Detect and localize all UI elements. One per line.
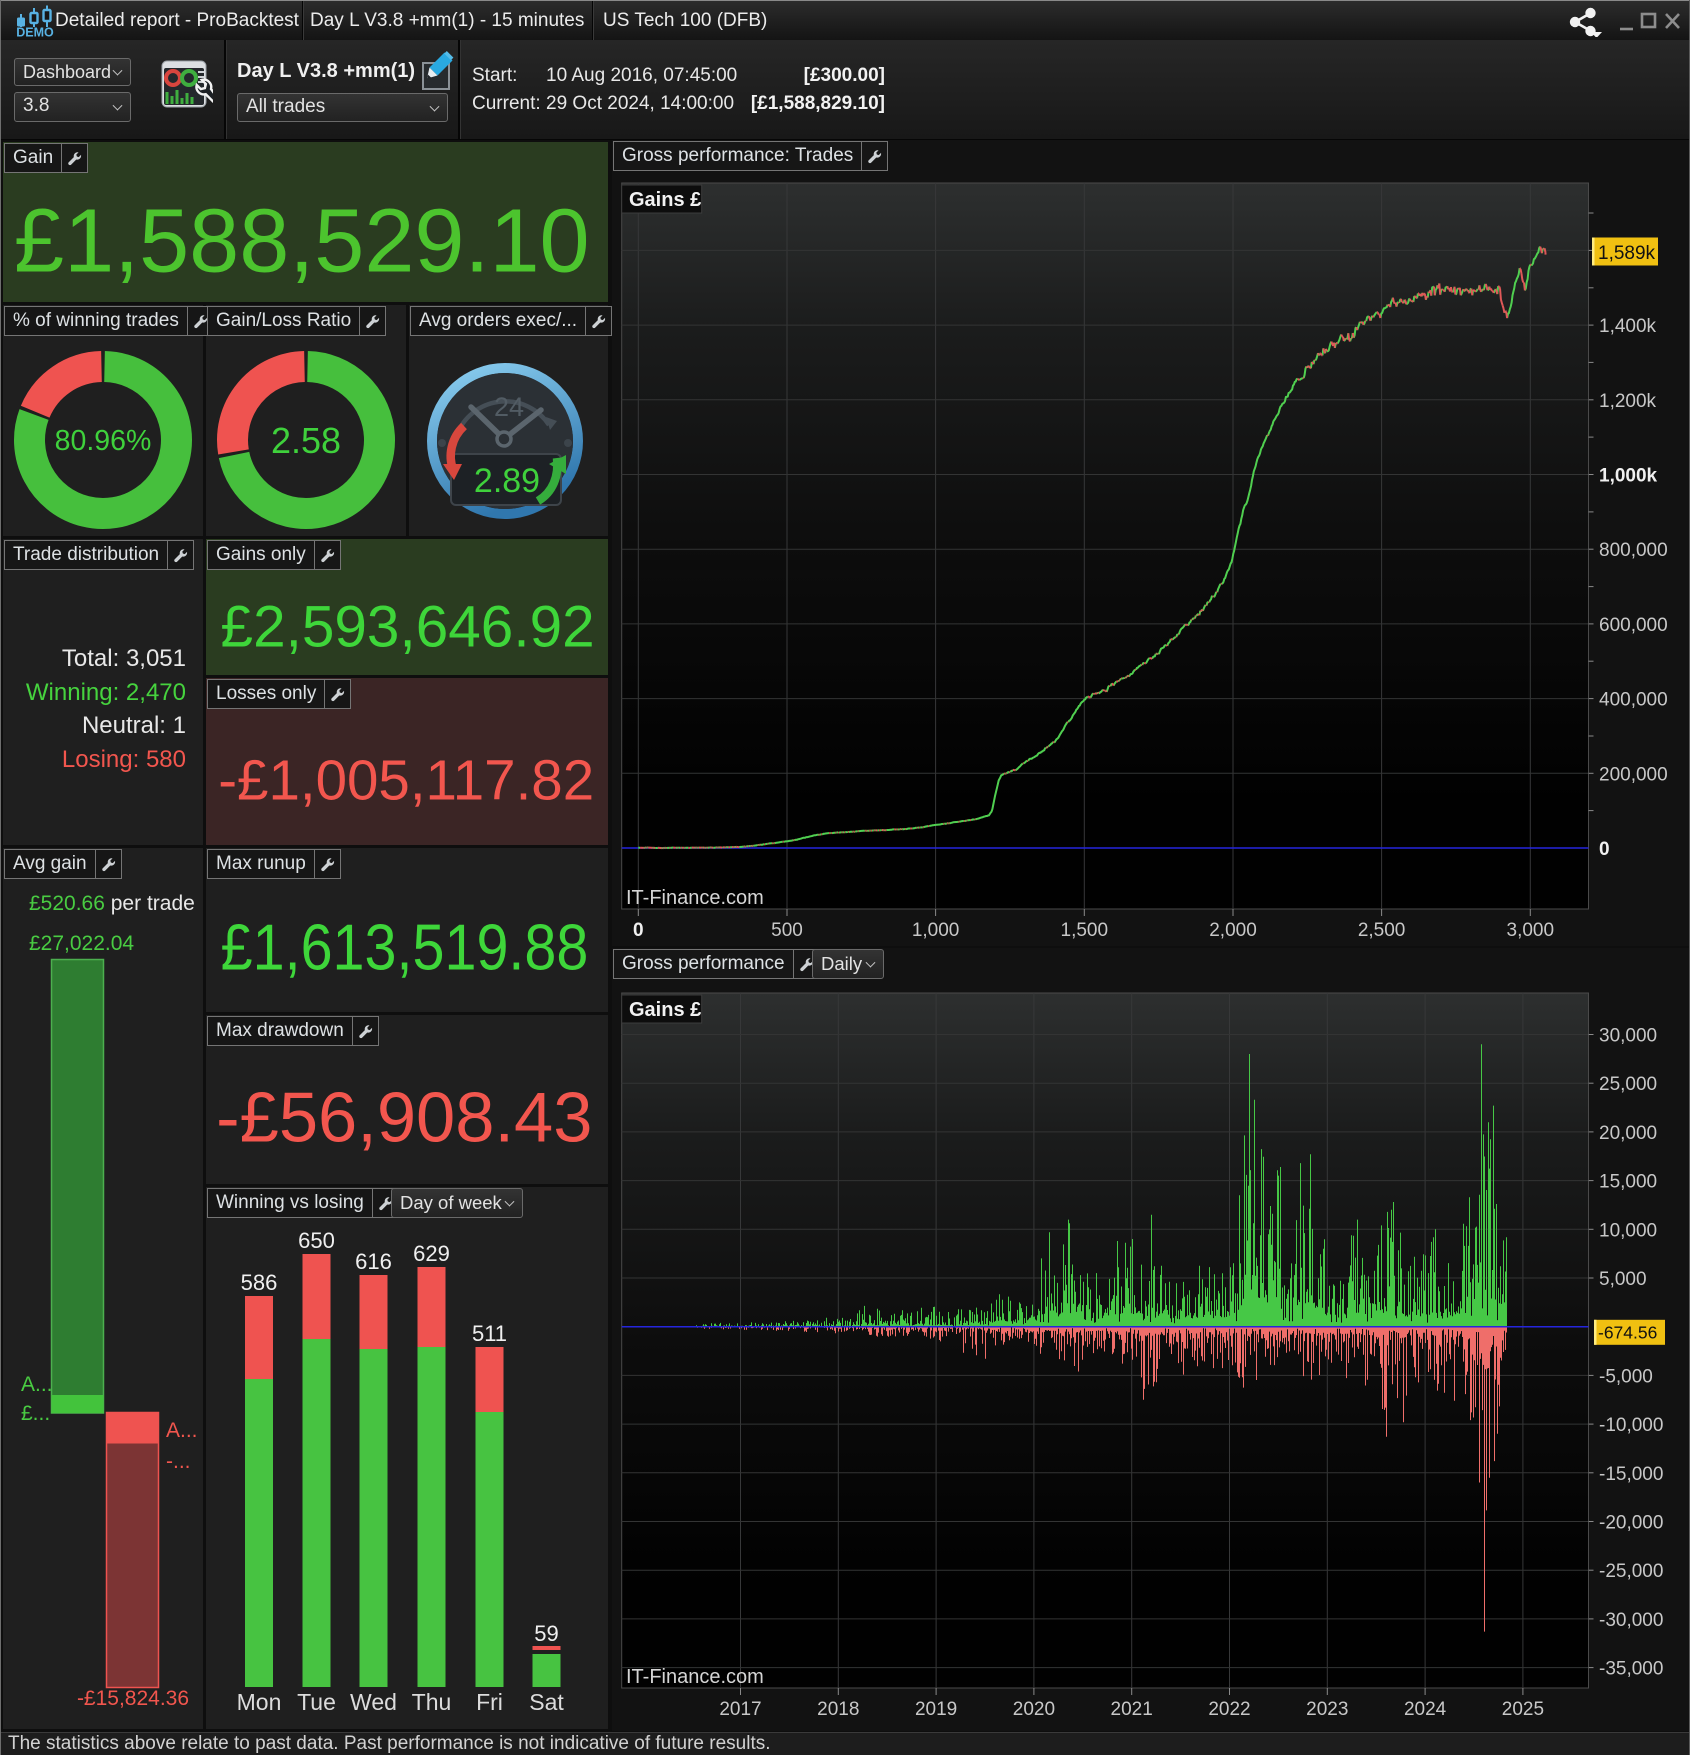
svg-text:-20,000: -20,000 — [1599, 1513, 1663, 1534]
svg-text:-5,000: -5,000 — [1599, 1366, 1653, 1387]
svg-text:1,589k: 1,589k — [1598, 243, 1656, 264]
svg-text:400,000: 400,000 — [1599, 690, 1668, 711]
svg-text:24: 24 — [494, 392, 524, 422]
svg-text:500: 500 — [771, 920, 803, 941]
svg-text:A...: A... — [166, 1419, 198, 1442]
svg-text:10,000: 10,000 — [1599, 1220, 1657, 1241]
svg-text:Fri: Fri — [476, 1689, 503, 1715]
svg-text:5,000: 5,000 — [1599, 1269, 1647, 1290]
svg-text:200,000: 200,000 — [1599, 764, 1668, 785]
svg-text:Gains £: Gains £ — [629, 189, 701, 211]
svg-text:2,500: 2,500 — [1358, 920, 1406, 941]
svg-text:30,000: 30,000 — [1599, 1026, 1657, 1047]
svg-text:Thu: Thu — [412, 1689, 452, 1715]
svg-text:3,000: 3,000 — [1507, 920, 1555, 941]
svg-text:-15,000: -15,000 — [1599, 1464, 1663, 1485]
svg-text:616: 616 — [355, 1249, 392, 1274]
svg-text:80.96%: 80.96% — [55, 425, 152, 457]
svg-text:629: 629 — [413, 1241, 450, 1266]
svg-text:-674.56: -674.56 — [1598, 1323, 1657, 1343]
svg-text:800,000: 800,000 — [1599, 540, 1668, 561]
svg-text:2024: 2024 — [1404, 1699, 1447, 1720]
svg-text:A...: A... — [21, 1373, 53, 1396]
svg-text:1,500: 1,500 — [1061, 920, 1109, 941]
svg-text:0: 0 — [633, 920, 644, 941]
svg-text:2,000: 2,000 — [1209, 920, 1257, 941]
svg-text:586: 586 — [241, 1270, 278, 1295]
svg-text:Mon: Mon — [237, 1689, 282, 1715]
svg-text:2021: 2021 — [1111, 1699, 1153, 1720]
svg-text:2.89: 2.89 — [474, 462, 540, 500]
svg-text:2.58: 2.58 — [271, 420, 341, 461]
svg-text:2025: 2025 — [1502, 1699, 1544, 1720]
svg-text:1,000k: 1,000k — [1599, 466, 1658, 487]
svg-text:2018: 2018 — [817, 1699, 859, 1720]
svg-text:IT-Finance.com: IT-Finance.com — [626, 887, 764, 909]
svg-text:1,000: 1,000 — [912, 920, 960, 941]
svg-text:-30,000: -30,000 — [1599, 1610, 1663, 1631]
svg-text:£...: £... — [21, 1402, 50, 1425]
svg-text:-£15,824.36: -£15,824.36 — [77, 1687, 189, 1710]
svg-text:-...: -... — [166, 1450, 191, 1473]
svg-text:2017: 2017 — [719, 1699, 761, 1720]
svg-text:Tue: Tue — [297, 1689, 336, 1715]
svg-text:2023: 2023 — [1306, 1699, 1348, 1720]
svg-text:0: 0 — [1599, 839, 1610, 860]
svg-text:20,000: 20,000 — [1599, 1123, 1657, 1144]
svg-text:2020: 2020 — [1013, 1699, 1055, 1720]
svg-text:600,000: 600,000 — [1599, 615, 1668, 636]
svg-text:511: 511 — [472, 1321, 507, 1346]
svg-text:IT-Finance.com: IT-Finance.com — [626, 1666, 764, 1688]
svg-text:Wed: Wed — [350, 1689, 397, 1715]
svg-text:Gains £: Gains £ — [629, 999, 701, 1021]
svg-text:15,000: 15,000 — [1599, 1172, 1657, 1193]
svg-text:2019: 2019 — [915, 1699, 957, 1720]
svg-text:DEMO: DEMO — [16, 26, 54, 39]
svg-text:Sat: Sat — [529, 1689, 564, 1715]
svg-text:25,000: 25,000 — [1599, 1074, 1657, 1095]
svg-text:650: 650 — [298, 1228, 335, 1253]
svg-text:-25,000: -25,000 — [1599, 1561, 1663, 1582]
svg-text:-35,000: -35,000 — [1599, 1659, 1663, 1680]
svg-text:1,200k: 1,200k — [1599, 391, 1657, 412]
svg-text:59: 59 — [534, 1621, 558, 1646]
svg-text:2022: 2022 — [1208, 1699, 1250, 1720]
svg-text:1,400k: 1,400k — [1599, 316, 1657, 337]
svg-text:-10,000: -10,000 — [1599, 1415, 1663, 1436]
